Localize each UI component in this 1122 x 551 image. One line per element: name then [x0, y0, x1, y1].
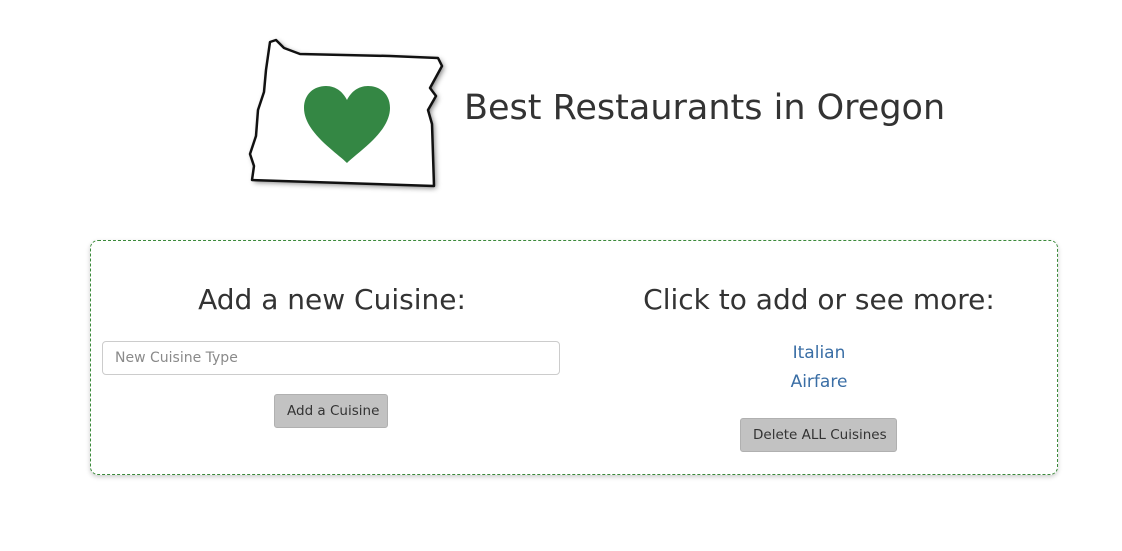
add-cuisine-heading: Add a new Cuisine:: [198, 283, 466, 316]
page: Best Restaurants in Oregon Add a new Cui…: [0, 0, 1122, 551]
cuisine-link-airfare[interactable]: Airfare: [791, 372, 848, 392]
cuisine-panel: Add a new Cuisine: Add a Cuisine Click t…: [90, 240, 1058, 475]
add-cuisine-button[interactable]: Add a Cuisine: [274, 394, 388, 428]
oregon-heart-logo: [240, 36, 452, 194]
list-item: Airfare: [591, 367, 1047, 396]
page-title: Best Restaurants in Oregon: [464, 88, 946, 128]
new-cuisine-input[interactable]: [102, 341, 560, 375]
cuisine-list-heading: Click to add or see more:: [643, 283, 995, 316]
delete-all-cuisines-button[interactable]: Delete ALL Cuisines: [740, 418, 897, 452]
cuisine-list: Italian Airfare: [591, 338, 1047, 396]
list-item: Italian: [591, 338, 1047, 367]
cuisine-link-italian[interactable]: Italian: [793, 343, 846, 363]
